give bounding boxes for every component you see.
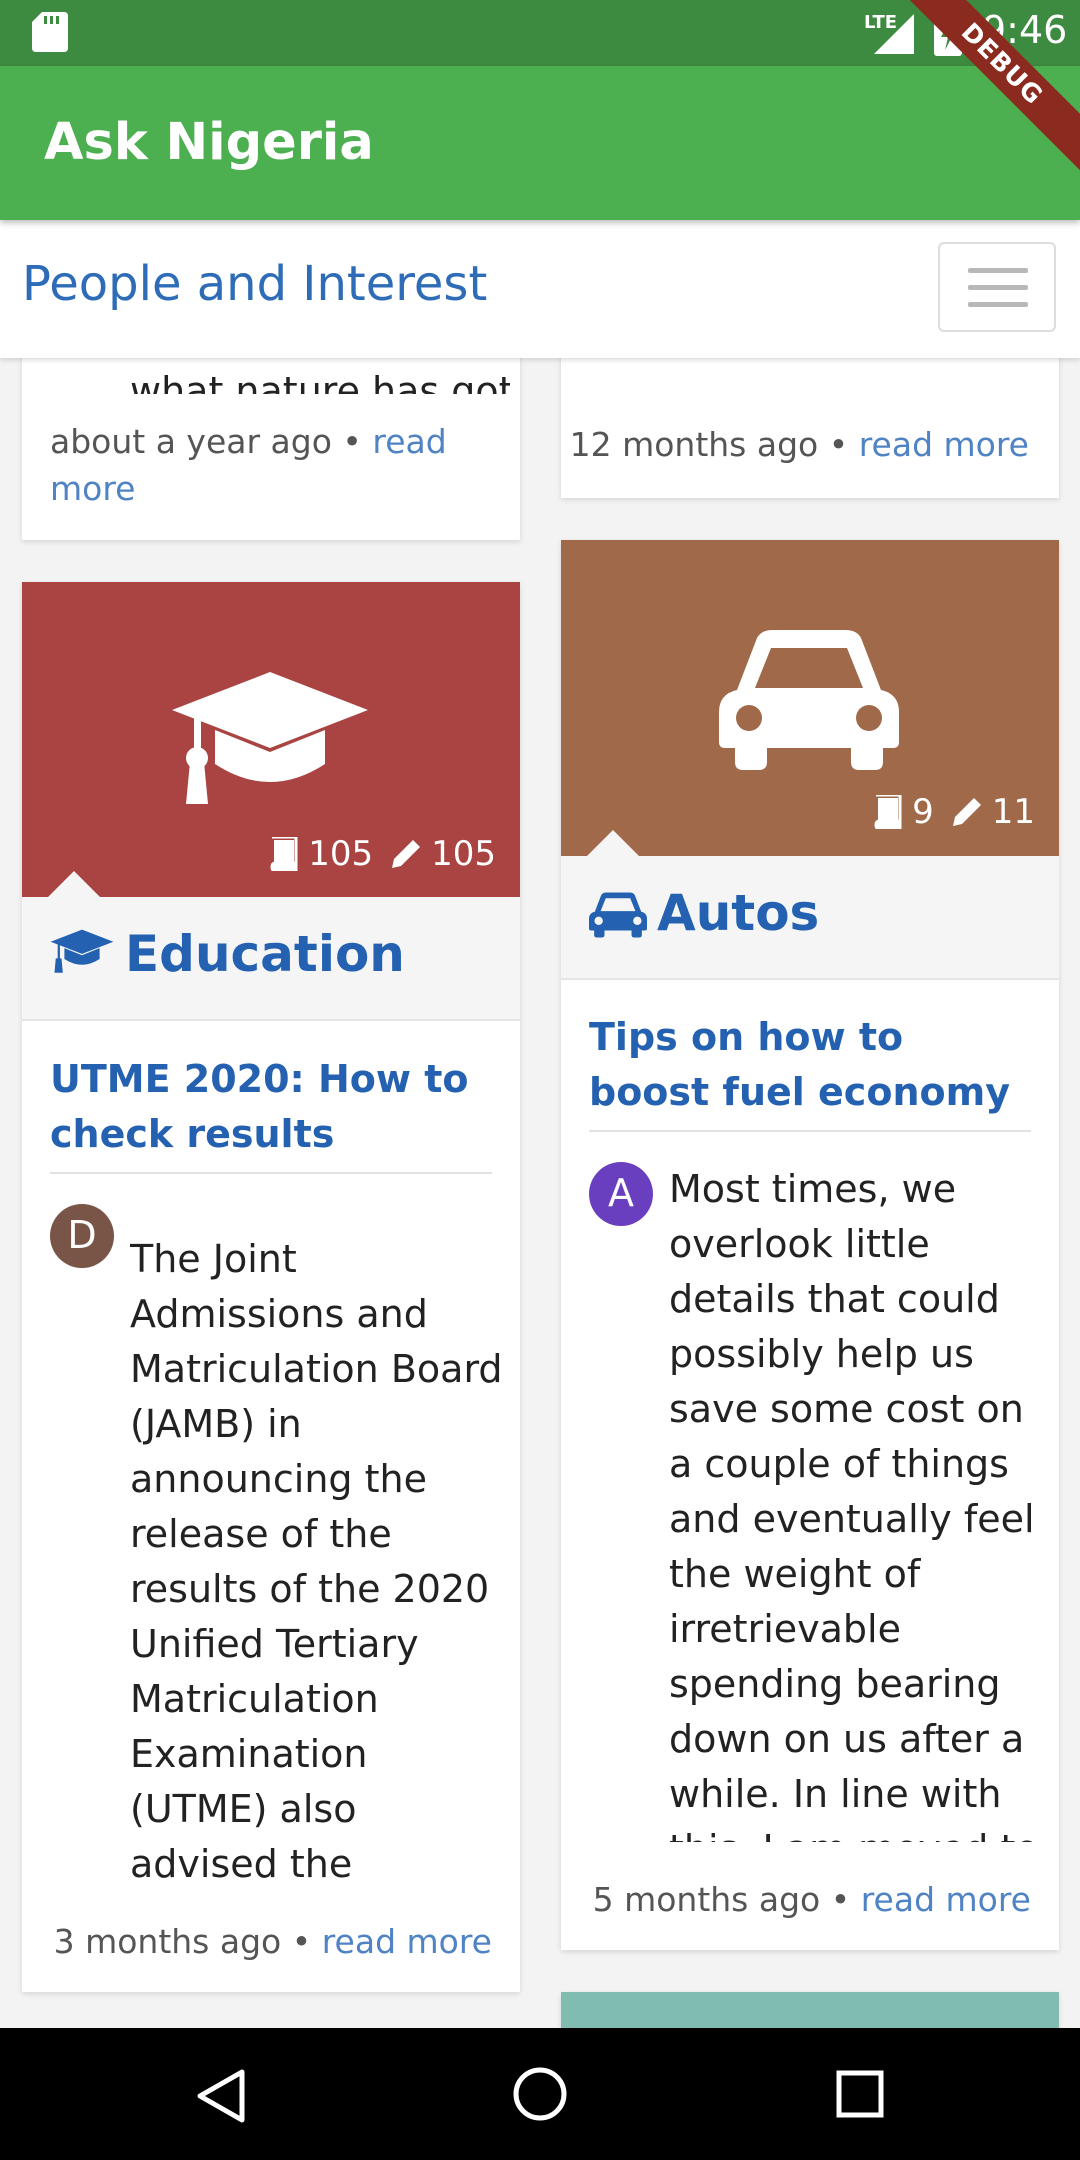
post-meta: 5 months ago • read more — [593, 1880, 1031, 1919]
car-icon — [719, 630, 899, 770]
car-icon — [589, 892, 647, 938]
meta-separator: • — [342, 422, 362, 461]
post-meta: 3 months ago • read more — [54, 1922, 492, 1961]
banner-caret — [48, 871, 100, 897]
book-icon — [270, 837, 298, 871]
category-stats: 9 11 — [872, 792, 1035, 832]
meta-separator: • — [828, 425, 849, 464]
pencil-icon — [952, 798, 981, 826]
divider — [50, 1172, 492, 1174]
category-header[interactable]: Education — [22, 897, 520, 1021]
home-icon[interactable] — [512, 2066, 568, 2122]
post-time: about a year ago — [50, 422, 332, 461]
post-meta: 12 months ago • read more — [570, 425, 1029, 464]
read-more-link[interactable]: read more — [861, 1880, 1031, 1919]
hamburger-icon-bar — [968, 285, 1028, 290]
status-bar: LTE 9:46 — [0, 0, 1080, 66]
answers-count: 105 — [431, 834, 496, 874]
category-label: Education — [125, 925, 405, 983]
post-title[interactable]: UTME 2020: How to check results — [50, 1052, 492, 1162]
graduation-cap-icon — [172, 672, 368, 804]
avatar[interactable]: D — [50, 1204, 114, 1268]
system-nav-bar — [0, 2028, 1080, 2160]
post-excerpt: The Joint Admissions and Matriculation B… — [130, 1237, 503, 1886]
category-label: Autos — [657, 884, 820, 942]
questions-count: 105 — [308, 834, 374, 874]
category-banner: 105 105 — [22, 582, 520, 897]
post-excerpt: what nature has got — [130, 369, 510, 394]
post-time: 3 months ago — [53, 1922, 282, 1961]
post-time: 12 months ago — [569, 425, 819, 464]
category-stats: 105 105 — [268, 834, 496, 874]
app-title: Ask Nigeria — [44, 113, 374, 172]
read-more-link[interactable]: read more — [322, 1922, 492, 1961]
hamburger-icon — [968, 268, 1028, 273]
banner-caret — [587, 830, 639, 856]
recents-icon[interactable] — [836, 2070, 884, 2118]
post-title[interactable]: Tips on how to boost fuel economy — [589, 1010, 1031, 1120]
hamburger-icon-bar — [968, 302, 1028, 307]
category-banner: 9 11 — [561, 540, 1059, 856]
avatar[interactable]: A — [589, 1162, 653, 1226]
meta-separator: • — [830, 1880, 851, 1919]
category-card-education[interactable]: 105 105 Education UTME 2020: How to chec… — [22, 582, 520, 1992]
sd-card-icon — [32, 12, 68, 52]
category-card-autos[interactable]: 9 11 Autos Tips on how to boost fuel eco… — [561, 540, 1059, 1950]
post-excerpt: Most times, we overlook little details t… — [669, 1167, 1039, 1842]
book-icon — [874, 795, 902, 829]
signal-icon — [874, 14, 914, 54]
category-header[interactable]: Autos — [561, 856, 1059, 980]
pencil-icon — [392, 840, 421, 868]
nav-title[interactable]: People and Interest — [22, 220, 487, 358]
answers-count: 11 — [991, 792, 1035, 832]
questions-count: 9 — [912, 792, 934, 832]
divider — [589, 1130, 1031, 1132]
post-time: 5 months ago — [592, 1880, 821, 1919]
meta-separator: • — [291, 1922, 312, 1961]
read-more-link[interactable]: read more — [859, 425, 1029, 464]
navbar: People and Interest — [0, 220, 1080, 358]
post-meta: about a year ago • read more — [50, 418, 470, 512]
back-icon[interactable] — [196, 2068, 246, 2124]
graduation-cap-icon — [50, 929, 114, 973]
menu-toggle-button[interactable] — [938, 242, 1056, 332]
app-bar: Ask Nigeria — [0, 66, 1080, 220]
